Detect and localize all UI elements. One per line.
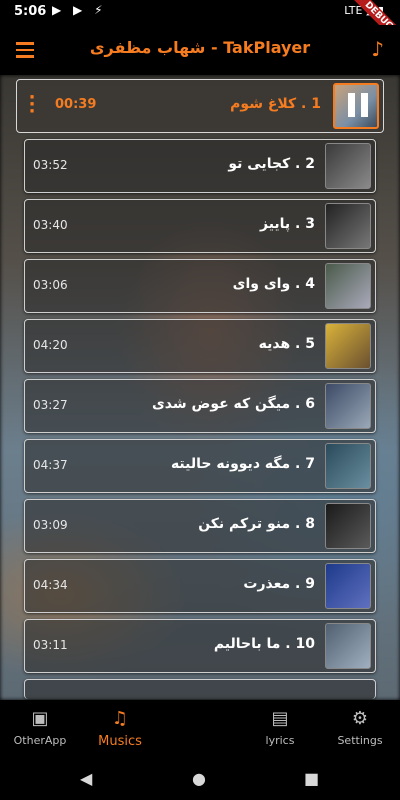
notification-icons: ▶ ▶ ⚡ bbox=[52, 3, 107, 17]
now-playing-row[interactable]: · · · 00:39 1 . کلاغ شوم bbox=[16, 79, 384, 133]
chat-icon: ▤ bbox=[271, 708, 289, 729]
more-options-icon[interactable]: · · · bbox=[27, 89, 37, 121]
track-duration: 03:06 bbox=[33, 278, 68, 292]
nav-lyrics[interactable]: ▤ lyrics bbox=[250, 700, 310, 757]
track-thumbnail bbox=[325, 503, 371, 549]
now-playing-duration: 00:39 bbox=[55, 97, 97, 112]
track-title: 9 . معذرت bbox=[243, 576, 315, 592]
track-row[interactable]: 03:27 6 . میگن که عوض شدی bbox=[24, 379, 376, 433]
track-row[interactable]: 03:06 4 . وای وای bbox=[24, 259, 376, 313]
track-row[interactable]: 03:40 3 . پاییز bbox=[24, 199, 376, 253]
status-bar: 5:06 ▶ ▶ ⚡ LTE ◢ ▮ DEBUG bbox=[0, 0, 400, 49]
track-thumbnail bbox=[325, 323, 371, 369]
track-duration: 03:09 bbox=[33, 518, 68, 532]
track-duration: 03:52 bbox=[33, 158, 68, 172]
track-thumbnail bbox=[325, 263, 371, 309]
track-duration: 04:34 bbox=[33, 578, 68, 592]
track-row-partial[interactable] bbox=[24, 679, 376, 699]
track-title: 7 . مگه دیوونه حالیته bbox=[170, 456, 315, 472]
recents-icon[interactable]: ■ bbox=[304, 769, 319, 788]
nav-settings-label: Settings bbox=[337, 734, 383, 747]
track-title: 6 . میگن که عوض شدی bbox=[151, 396, 315, 412]
track-row[interactable]: 04:34 9 . معذرت bbox=[24, 559, 376, 613]
music-note-icon[interactable]: ♪ bbox=[371, 37, 384, 61]
track-duration: 04:20 bbox=[33, 338, 68, 352]
track-title: 4 . وای وای bbox=[232, 276, 315, 292]
nav-otherapp[interactable]: ▣ OtherApp bbox=[10, 700, 70, 757]
track-thumbnail bbox=[325, 563, 371, 609]
nav-lyrics-label: lyrics bbox=[265, 734, 295, 747]
bottom-navigation: ▣ OtherApp ♫ Musics ▤ lyrics ⚙ Settings bbox=[0, 700, 400, 757]
track-duration: 03:11 bbox=[33, 638, 68, 652]
nav-musics-label: Musics bbox=[98, 734, 142, 749]
app-bar: شهاب مظفری - TakPlayer ♪ bbox=[0, 25, 400, 75]
track-row[interactable]: 03:52 2 . کجایی تو bbox=[24, 139, 376, 193]
back-icon[interactable]: ◀ bbox=[80, 769, 92, 788]
track-thumbnail bbox=[325, 443, 371, 489]
track-duration: 04:37 bbox=[33, 458, 68, 472]
nav-musics[interactable]: ♫ Musics bbox=[90, 700, 150, 757]
track-title: 3 . پاییز bbox=[259, 216, 315, 232]
track-title: 5 . هدیه bbox=[258, 336, 315, 352]
nav-settings[interactable]: ⚙ Settings bbox=[330, 700, 390, 757]
settings-gear-icon: ⚙ bbox=[351, 708, 369, 729]
track-thumbnail bbox=[325, 623, 371, 669]
home-icon[interactable]: ● bbox=[192, 769, 206, 788]
page-title: شهاب مظفری - TakPlayer bbox=[89, 38, 311, 57]
nav-otherapp-label: OtherApp bbox=[13, 734, 67, 747]
track-title: 2 . کجایی تو bbox=[228, 156, 315, 172]
track-row[interactable]: 03:09 8 . منو ترکم نکن bbox=[24, 499, 376, 553]
track-row[interactable]: 04:20 5 . هدیه bbox=[24, 319, 376, 373]
track-row[interactable]: 04:37 7 . مگه دیوونه حالیته bbox=[24, 439, 376, 493]
now-playing-title: 1 . کلاغ شوم bbox=[230, 96, 321, 112]
track-duration: 03:27 bbox=[33, 398, 68, 412]
track-title: 8 . منو ترکم نکن bbox=[198, 516, 315, 532]
track-title: 10 . ما باحالیم bbox=[213, 636, 315, 652]
photo-library-icon: ▣ bbox=[31, 708, 49, 729]
system-navigation-bar: ◀ ● ■ bbox=[0, 757, 400, 800]
track-thumbnail bbox=[325, 383, 371, 429]
track-thumbnail bbox=[325, 143, 371, 189]
pause-icon[interactable] bbox=[346, 93, 370, 117]
status-time: 5:06 bbox=[14, 4, 47, 19]
track-thumbnail bbox=[325, 203, 371, 249]
track-duration: 03:40 bbox=[33, 218, 68, 232]
playlist-icon: ♫ bbox=[111, 708, 129, 729]
track-row[interactable]: 03:11 10 . ما باحالیم bbox=[24, 619, 376, 673]
